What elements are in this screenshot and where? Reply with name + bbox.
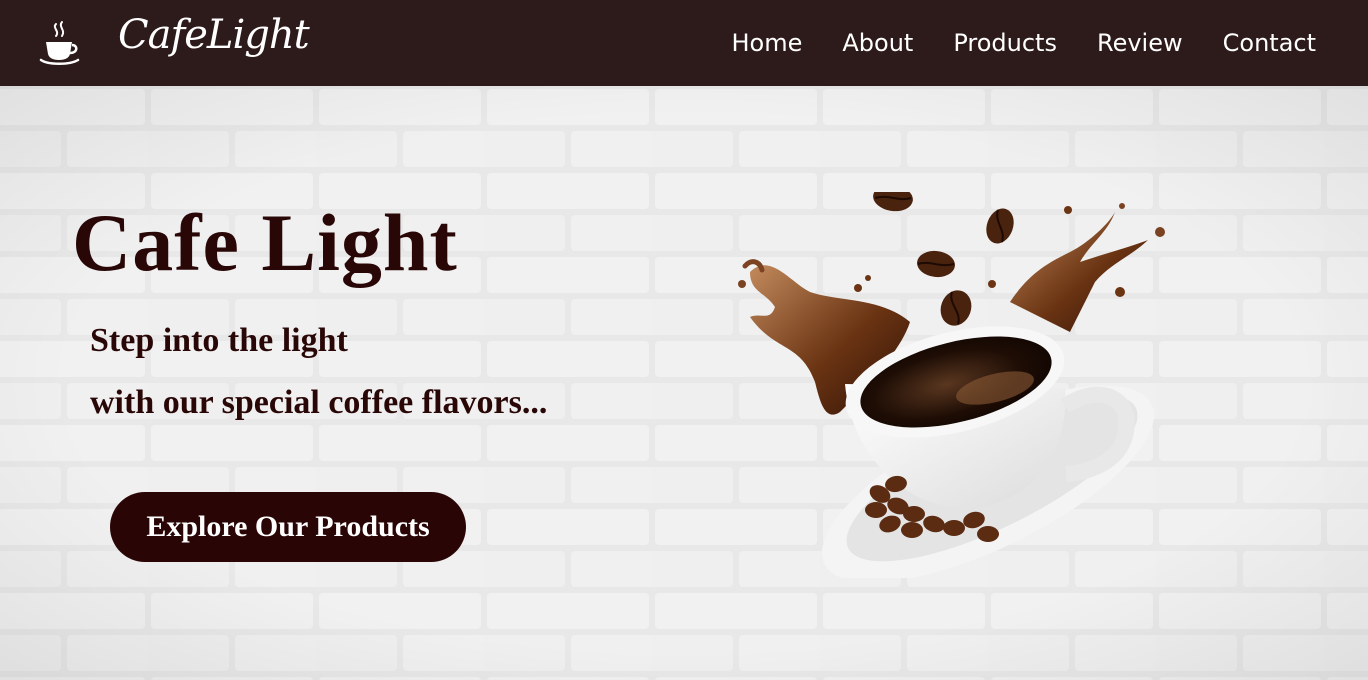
nav-item-contact[interactable]: Contact <box>1223 29 1316 57</box>
hero-title: Cafe Light <box>72 197 458 288</box>
hero-section: Cafe Light Step into the light with our … <box>0 86 1368 680</box>
nav-item-about[interactable]: About <box>842 29 913 57</box>
nav-menu: Home About Products Review Contact <box>732 0 1317 86</box>
nav-item-products[interactable]: Products <box>953 29 1057 57</box>
nav-item-review[interactable]: Review <box>1097 29 1183 57</box>
navbar: CafeLight Home About Products Review Con… <box>0 0 1368 86</box>
hero-subtitle-line-1: Step into the light <box>90 322 348 359</box>
nav-item-home[interactable]: Home <box>732 29 803 57</box>
coffee-cup-splash-image <box>738 192 1165 578</box>
hero-subtitle-line-2: with our special coffee flavors... <box>90 384 548 421</box>
brand-logo-text[interactable]: CafeLight <box>118 12 310 58</box>
coffee-cup-icon[interactable] <box>38 20 82 66</box>
explore-products-button[interactable]: Explore Our Products <box>110 492 466 562</box>
